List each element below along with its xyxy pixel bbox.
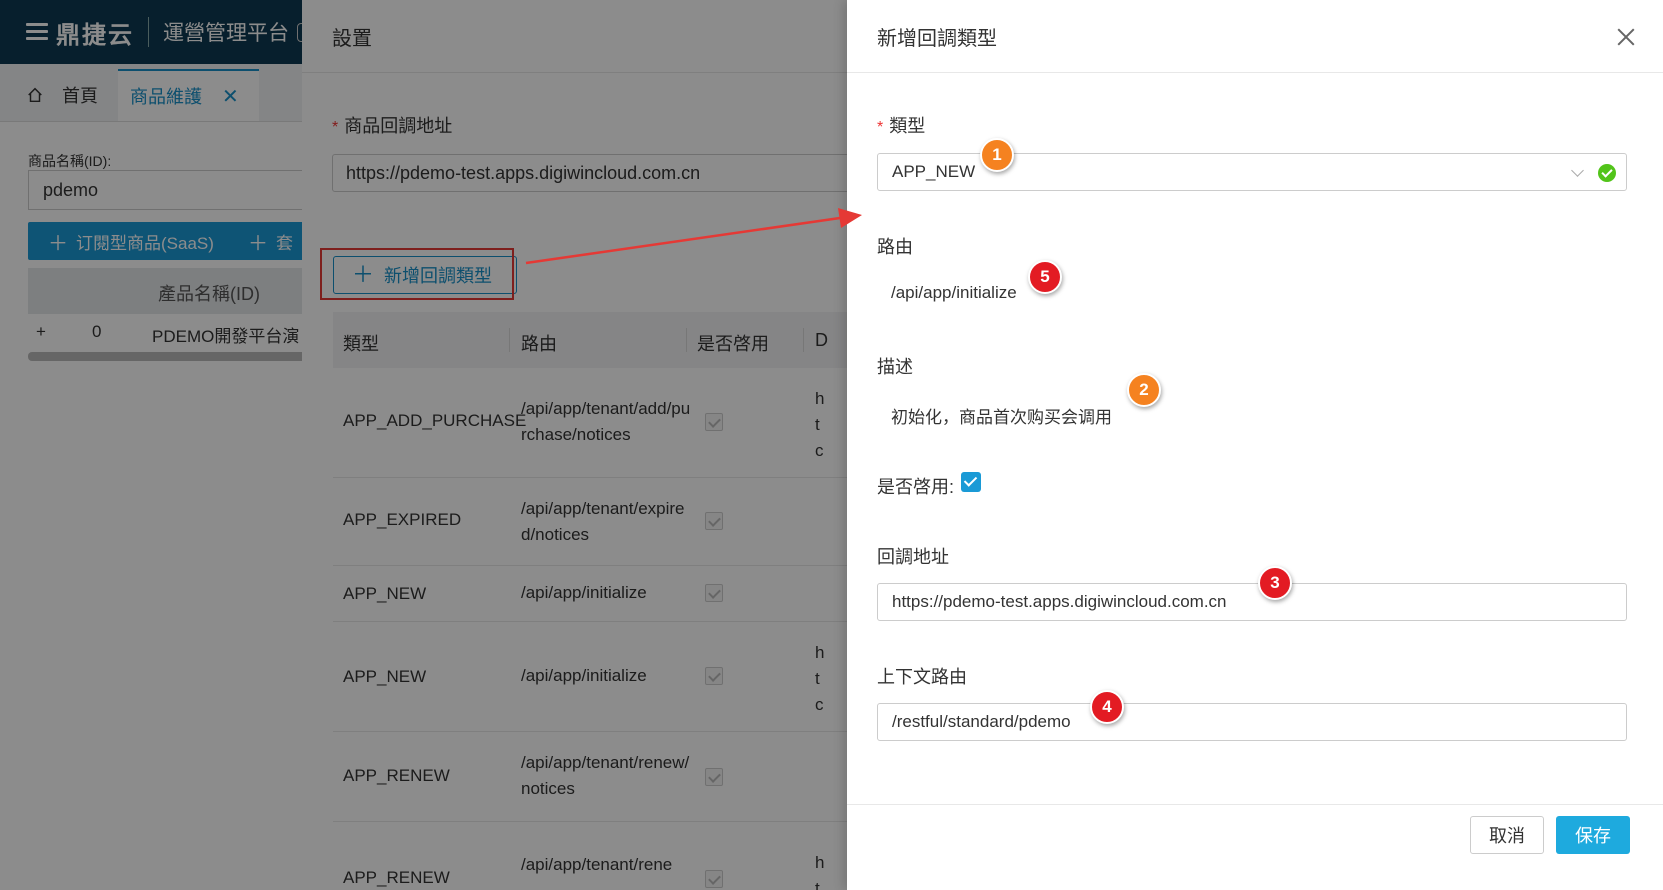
required-icon: *	[877, 119, 884, 136]
save-button[interactable]: 保存	[1556, 816, 1630, 854]
context-route-label: 上下文路由	[877, 667, 967, 687]
callback-url-label: 回調地址	[877, 547, 949, 567]
annotation-badge-1: 1	[980, 138, 1014, 172]
annotation-badge-2: 2	[1127, 373, 1161, 407]
drawer-title: 新增回調類型	[877, 27, 997, 50]
desc-label: 描述	[877, 357, 913, 377]
chevron-down-icon	[1571, 164, 1584, 177]
cancel-button[interactable]: 取消	[1470, 816, 1544, 854]
callback-url-input[interactable]: https://pdemo-test.apps.digiwincloud.com…	[877, 583, 1627, 621]
check-circle-icon	[1598, 164, 1616, 182]
route-value: /api/app/initialize	[891, 283, 1017, 302]
route-label: 路由	[877, 237, 913, 257]
type-label: * 類型	[877, 116, 926, 136]
close-icon[interactable]	[1617, 28, 1635, 46]
new-callback-type-drawer: 新增回調類型 * 類型 APP_NEW 路由 /api/app/initializ…	[847, 0, 1663, 890]
annotation-badge-5: 5	[1028, 260, 1062, 294]
context-route-input[interactable]: /restful/standard/pdemo	[877, 703, 1627, 741]
annotation-badge-3: 3	[1258, 566, 1292, 600]
enabled-label: 是否啓用:	[877, 477, 955, 497]
type-select-value: APP_NEW	[892, 162, 976, 181]
drawer-footer: 取消 保存	[847, 804, 1663, 890]
desc-value: 初始化，商品首次购买会调用	[891, 408, 1112, 427]
enabled-checkbox[interactable]	[961, 472, 981, 492]
drawer-header: 新增回調類型	[847, 0, 1663, 73]
annotation-badge-4: 4	[1090, 690, 1124, 724]
